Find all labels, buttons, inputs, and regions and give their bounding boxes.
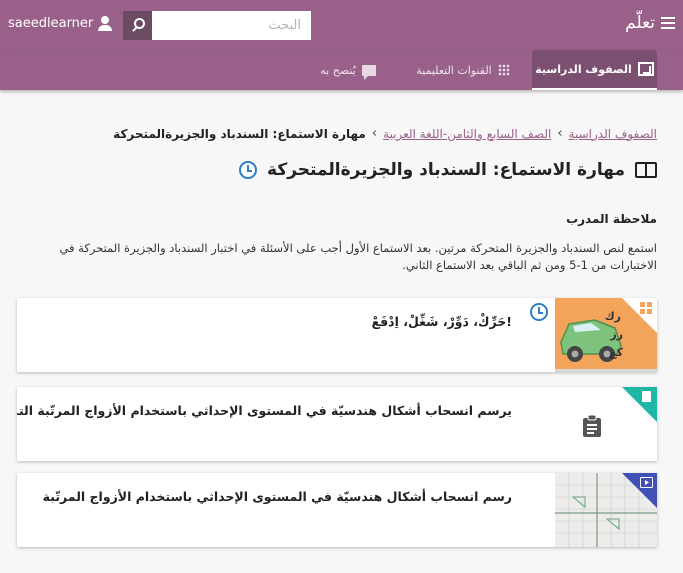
exercise-badge-icon: [642, 391, 651, 402]
breadcrumb-current: مهارة الاستماع: السندباد والجزيرةالمتحرك…: [113, 126, 366, 141]
svg-text:رك: رك: [605, 310, 621, 323]
exercise-corner: [622, 387, 657, 422]
app-bar: تعلّم saeedlearner: [0, 0, 683, 50]
search-icon: [130, 18, 145, 33]
tab-bar: الصفوف الدراسية القنوات التعليمية يُنصح …: [0, 50, 683, 90]
main-content: الصفوف الدراسية › الصف السابع والثامن-ال…: [0, 90, 683, 573]
recommended-chat-icon: [361, 64, 376, 80]
person-icon: [97, 15, 113, 31]
menu-icon[interactable]: [661, 17, 675, 29]
tab-recommended[interactable]: يُنصح به: [312, 50, 384, 90]
svg-text:رز: رز: [609, 328, 623, 341]
apps-grid-icon: [497, 64, 510, 76]
card-title: !حَرِّكْ، دَوِّرْ، شَغِّلْ، اِدْفَعْ: [371, 314, 512, 329]
coach-note-label: ملاحظة المدرب: [566, 212, 657, 226]
app-title[interactable]: تعلّم: [625, 13, 655, 33]
clock-icon: [530, 303, 548, 321]
apps-icon: [640, 302, 652, 314]
search-button[interactable]: [123, 11, 152, 40]
content-card-video[interactable]: رسم انسحاب أشكال هندسيّة في المستوى الإح…: [17, 473, 657, 547]
breadcrumb-separator: ›: [557, 126, 563, 141]
page-title: مهارة الاستماع: السندباد والجزيرةالمتحرك…: [239, 160, 657, 180]
search-input[interactable]: [152, 11, 311, 40]
tab-label: القنوات التعليمية: [416, 63, 492, 77]
progress-bar: [555, 369, 657, 372]
user-menu[interactable]: saeedlearner: [8, 15, 113, 31]
username[interactable]: saeedlearner: [8, 16, 93, 31]
breadcrumb-link-classes[interactable]: الصفوف الدراسية: [569, 127, 657, 141]
tab-classes[interactable]: الصفوف الدراسية: [532, 50, 657, 90]
svg-text:كغ: كغ: [609, 346, 624, 359]
tab-label: يُنصح به: [320, 63, 356, 77]
content-card-exercise[interactable]: يرسم انسحاب أشكال هندسيّة في المستوى الإ…: [17, 387, 657, 461]
page-title-text: مهارة الاستماع: السندباد والجزيرةالمتحرك…: [267, 160, 625, 180]
breadcrumb: الصفوف الدراسية › الصف السابع والثامن-ال…: [113, 126, 657, 141]
tab-channels[interactable]: القنوات التعليمية: [408, 50, 518, 90]
card-title: يرسم انسحاب أشكال هندسيّة في المستوى الإ…: [17, 403, 512, 418]
clock-icon: [239, 161, 258, 179]
classes-icon: [637, 62, 654, 76]
search-box: [123, 11, 311, 40]
breadcrumb-separator: ›: [371, 126, 378, 141]
clipboard-icon: [583, 415, 601, 437]
coach-note-text: استمع لنص السندباد والجزيرة المتحركة مرت…: [59, 241, 657, 272]
content-card-lesson[interactable]: رك رز كغ !حَرِّكْ، دَوِّرْ، شَغِّلْ، اِد…: [17, 298, 657, 372]
book-icon: [635, 162, 657, 178]
video-icon: [640, 477, 653, 488]
card-title: رسم انسحاب أشكال هندسيّة في المستوى الإح…: [42, 489, 512, 504]
breadcrumb-link-grade[interactable]: الصف السابع والثامن-اللغة العربية: [383, 127, 551, 141]
tab-label: الصفوف الدراسية: [535, 62, 632, 76]
